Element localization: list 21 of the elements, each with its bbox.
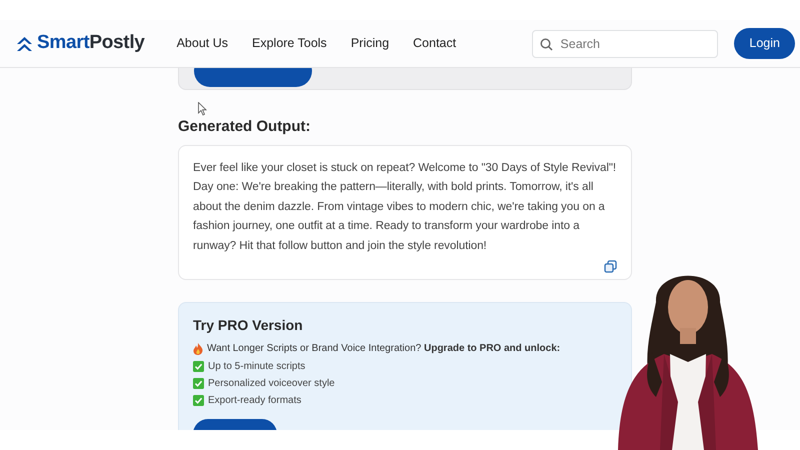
- login-button[interactable]: Login: [734, 28, 795, 59]
- cursor-icon: [198, 102, 207, 116]
- check-icon: [193, 395, 204, 406]
- section-heading: Generated Output:: [178, 117, 312, 137]
- nav-link[interactable]: Contact: [413, 34, 456, 53]
- feature-text: Export-ready formats: [208, 394, 302, 408]
- card-title: Try PRO Version: [193, 316, 304, 336]
- nav-link[interactable]: Explore Tools: [252, 34, 327, 53]
- logo-icon: [16, 36, 33, 52]
- nav-link[interactable]: Pricing: [350, 34, 390, 53]
- fire-icon: [193, 342, 203, 355]
- feature-text: Personalized voiceover style: [208, 377, 335, 390]
- nav-link[interactable]: About Us: [176, 34, 228, 53]
- search-field[interactable]: Search: [532, 30, 718, 58]
- logo[interactable]: SmartPostly: [37, 29, 145, 58]
- intro-text: Want Longer Scripts or Brand Voice Integration? Upgrade to PRO and unlock:: [207, 342, 560, 356]
- check-icon: [193, 361, 204, 372]
- check-icon: [193, 378, 204, 390]
- feature-text: Up to 5-minute scripts: [208, 360, 306, 374]
- copy-icon[interactable]: [604, 260, 617, 274]
- output-text: Ever feel like your closet is stuck on repeat? Welcome to "30 Days of Style Revival"! Day one: We're breaking the pattern—literally, with bold prints. Tomorrow, it's all about the denim dazzle. From vintage vibes to modern chic, we're taking you on a fashion journey, one outfit at a time. Ready to transform your wardrobe into a runway? Hit that follow button and join the style revolution!: [193, 160, 617, 254]
